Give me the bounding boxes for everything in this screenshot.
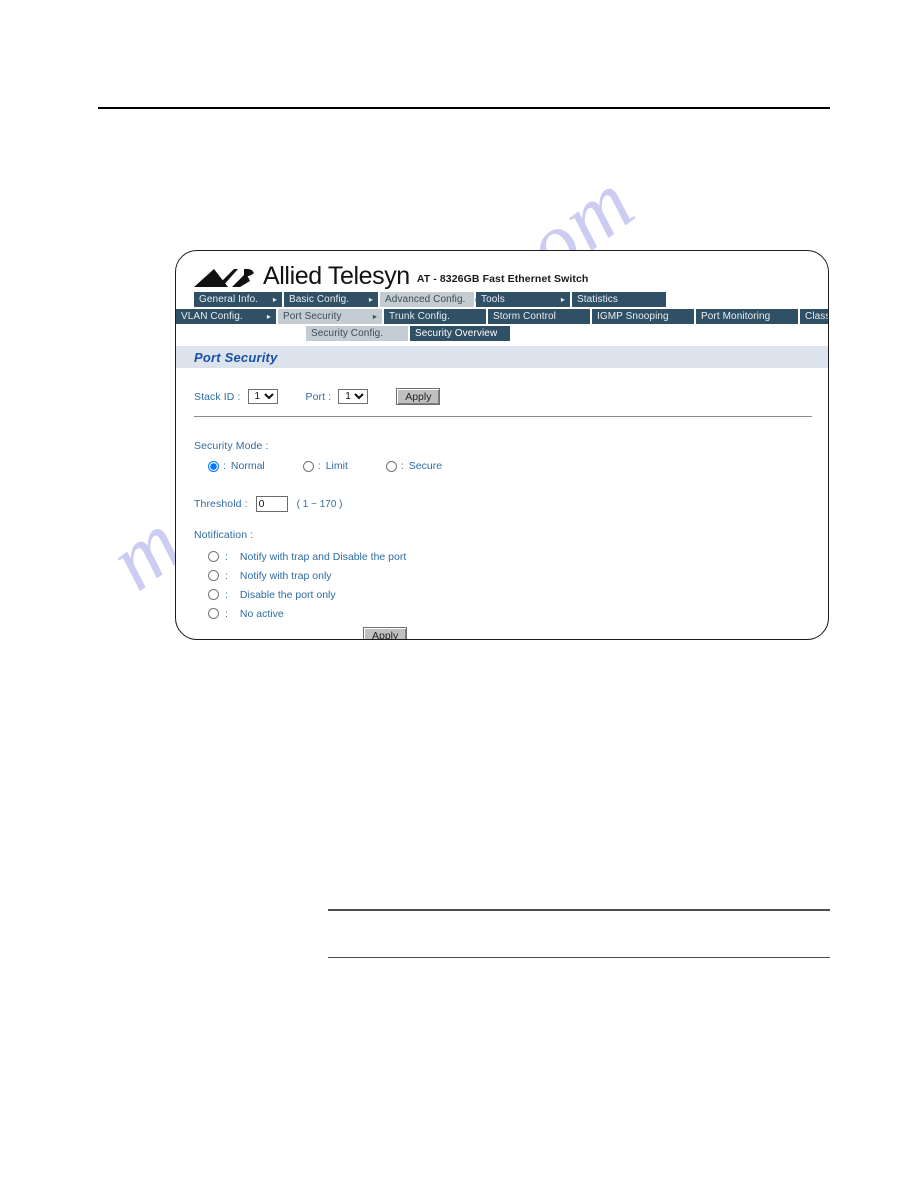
threshold-input[interactable] xyxy=(255,496,288,512)
menu-item-label: Security Overview xyxy=(415,328,498,339)
menu-item-label: Basic Config. xyxy=(289,294,350,305)
menu-item-class-of-service[interactable]: Class of S xyxy=(800,309,829,324)
menu-item-label: Port Monitoring xyxy=(701,311,771,322)
chevron-right-icon: ▸ xyxy=(266,311,271,321)
page-title-band: Port Security xyxy=(176,346,828,368)
security-mode-group: Security Mode : : Normal : Limit : Secur… xyxy=(194,440,442,472)
separator: : xyxy=(317,460,321,472)
notification-label-trap-only: Notify with trap only xyxy=(239,569,332,582)
security-mode-label: Security Mode : xyxy=(194,440,269,452)
menu-item-label: General Info. xyxy=(199,294,259,305)
apply-bottom-wrap: Apply xyxy=(363,626,408,639)
security-mode-radio-secure[interactable] xyxy=(385,460,397,472)
security-mode-options: : Normal : Limit : Secure xyxy=(208,460,442,472)
notification-option-disable-only[interactable]: : Disable the port only xyxy=(208,585,406,604)
notification-label-trap-and-disable: Notify with trap and Disable the port xyxy=(239,550,407,563)
menu-row-secondary: VLAN Config. ▸ Port Security ▸ Trunk Con… xyxy=(176,309,829,324)
apply-top-button[interactable]: Apply xyxy=(396,388,441,405)
switch-web-ui-panel: Allied Telesyn AT - 8326GB Fast Ethernet… xyxy=(175,250,829,640)
chevron-right-icon: ▸ xyxy=(272,294,277,304)
menu-item-label: Tools xyxy=(481,294,505,305)
menu-item-label: VLAN Config. xyxy=(181,311,243,322)
separator: : xyxy=(225,588,228,601)
threshold-range-hint: ( 1 ~ 170 ) xyxy=(296,498,343,510)
port-label: Port : xyxy=(305,390,332,403)
page-header-rule xyxy=(98,107,830,109)
menu-item-security-overview[interactable]: Security Overview xyxy=(410,326,510,341)
menu-item-vlan-config[interactable]: VLAN Config. ▸ xyxy=(176,309,276,324)
menu-item-tools[interactable]: Tools ▸ xyxy=(476,292,570,307)
notification-label-disable-only: Disable the port only xyxy=(239,588,336,601)
chevron-right-icon: ▸ xyxy=(372,311,377,321)
security-mode-option-limit[interactable]: : Limit xyxy=(302,460,348,472)
notification-label-no-active: No active xyxy=(239,607,284,620)
stack-id-label: Stack ID : xyxy=(194,390,241,403)
port-select[interactable]: 1 xyxy=(338,389,369,404)
brand-header: Allied Telesyn AT - 8326GB Fast Ethernet… xyxy=(194,259,588,289)
security-mode-label-secure: Secure xyxy=(408,460,443,472)
separator: : xyxy=(225,550,228,563)
device-model: AT - 8326GB Fast Ethernet Switch xyxy=(416,273,589,285)
threshold-label: Threshold : xyxy=(194,498,248,510)
separator: : xyxy=(223,460,226,472)
menu-item-basic-config[interactable]: Basic Config. ▸ xyxy=(284,292,378,307)
security-mode-label-normal: Normal xyxy=(230,460,265,472)
stack-id-select[interactable]: 1 xyxy=(247,389,278,404)
notification-option-trap-only[interactable]: : Notify with trap only xyxy=(208,566,406,585)
allied-telesyn-arrow-logo-icon xyxy=(194,268,254,287)
separator: : xyxy=(225,607,228,620)
menu-item-advanced-config[interactable]: Advanced Config. ▸ xyxy=(380,292,480,307)
menu-item-storm-control[interactable]: Storm Control xyxy=(488,309,590,324)
notification-radio-trap-only[interactable] xyxy=(208,570,219,581)
menu-item-label: Trunk Config. xyxy=(389,311,450,322)
security-mode-option-normal[interactable]: : Normal xyxy=(208,460,265,472)
form-divider xyxy=(194,416,812,417)
page-title: Port Security xyxy=(194,349,278,365)
menu-row-primary: General Info. ▸ Basic Config. ▸ Advanced… xyxy=(194,292,668,307)
menu-item-label: Port Security xyxy=(283,311,342,322)
page-footer-rule-bottom xyxy=(328,957,830,958)
notification-radio-disable-only[interactable] xyxy=(208,589,219,600)
security-mode-radio-normal[interactable] xyxy=(208,460,219,472)
notification-label: Notification : xyxy=(194,529,254,541)
notification-option-no-active[interactable]: : No active xyxy=(208,604,406,623)
security-mode-radio-limit[interactable] xyxy=(302,460,314,472)
chevron-right-icon: ▸ xyxy=(560,294,565,304)
notification-radio-trap-and-disable[interactable] xyxy=(208,551,219,562)
menu-row-tertiary: Security Config. Security Overview xyxy=(306,326,512,341)
security-mode-option-secure[interactable]: : Secure xyxy=(385,460,443,472)
security-mode-label-limit: Limit xyxy=(325,460,348,472)
stack-port-row: Stack ID : 1 Port : 1 Apply xyxy=(194,388,441,405)
menu-item-label: Security Config. xyxy=(311,328,384,339)
menu-item-label: Storm Control xyxy=(493,311,556,322)
notification-group: Notification : : Notify with trap and Di… xyxy=(194,529,406,623)
notification-radio-no-active[interactable] xyxy=(208,608,219,619)
notification-option-trap-and-disable[interactable]: : Notify with trap and Disable the port xyxy=(208,547,406,566)
notification-options: : Notify with trap and Disable the port … xyxy=(208,547,406,623)
brand-name: Allied Telesyn xyxy=(263,262,410,290)
menu-item-label: Advanced Config. xyxy=(385,294,466,305)
separator: : xyxy=(400,460,404,472)
menu-item-label: IGMP Snooping xyxy=(597,311,669,322)
threshold-group: Threshold : ( 1 ~ 170 ) xyxy=(194,496,343,512)
menu-item-port-monitoring[interactable]: Port Monitoring xyxy=(696,309,798,324)
menu-item-security-config[interactable]: Security Config. xyxy=(306,326,408,341)
menu-item-trunk-config[interactable]: Trunk Config. xyxy=(384,309,486,324)
menu-item-port-security[interactable]: Port Security ▸ xyxy=(278,309,382,324)
chevron-right-icon: ▸ xyxy=(368,294,373,304)
menu-item-statistics[interactable]: Statistics xyxy=(572,292,666,307)
menu-item-igmp-snooping[interactable]: IGMP Snooping xyxy=(592,309,694,324)
menu-item-label: Statistics xyxy=(577,294,619,305)
menu-item-label: Class of S xyxy=(805,311,829,322)
page-footer-rule-top xyxy=(328,909,830,911)
menu-item-general-info[interactable]: General Info. ▸ xyxy=(194,292,282,307)
separator: : xyxy=(225,569,228,582)
apply-bottom-button[interactable]: Apply xyxy=(363,627,408,639)
